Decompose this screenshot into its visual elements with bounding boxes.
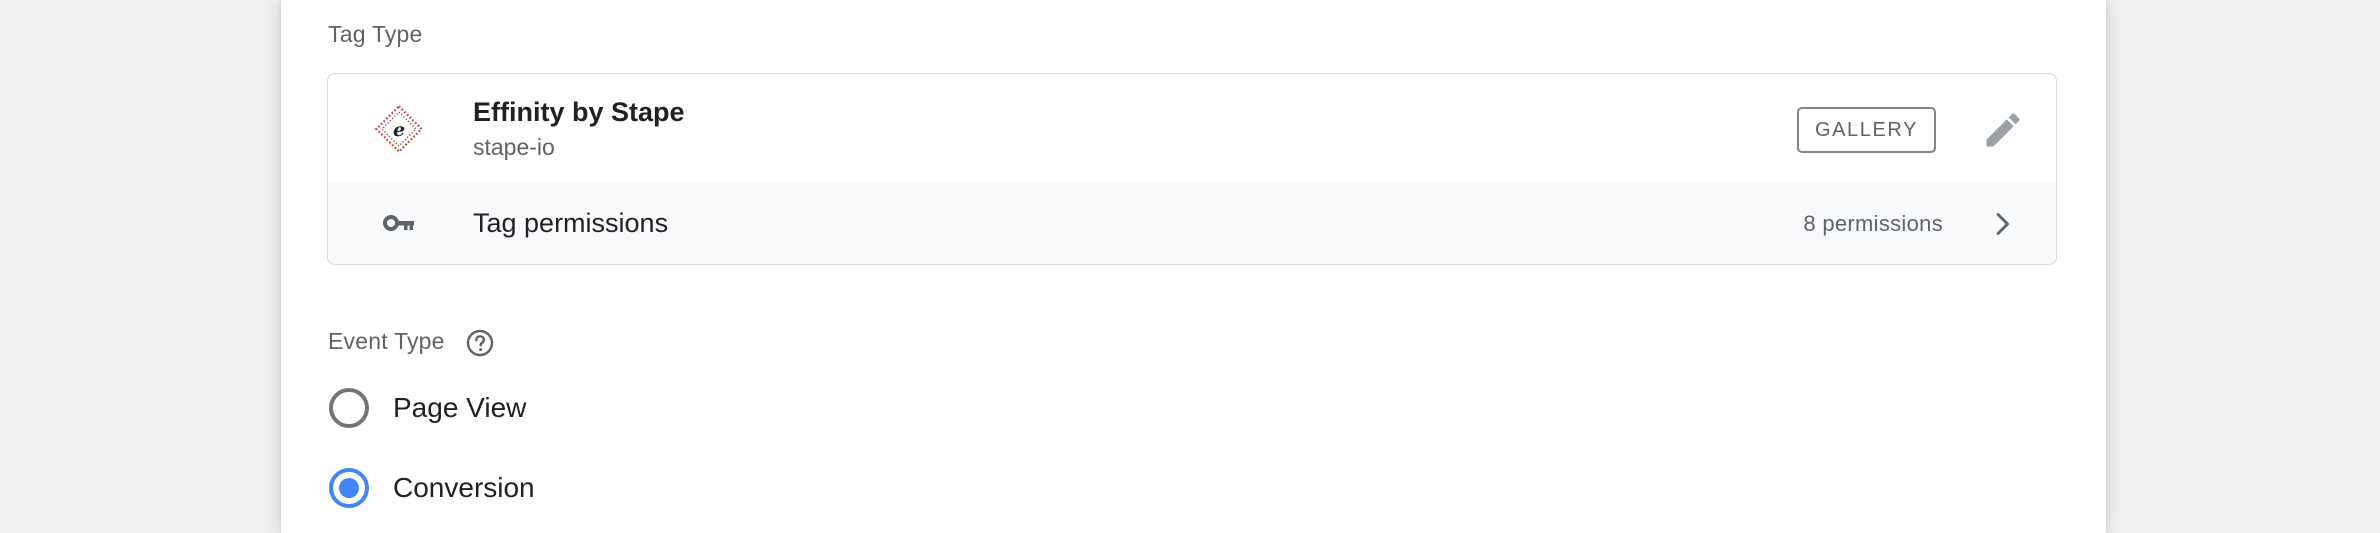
page-view-radio[interactable]: [329, 388, 369, 428]
key-icon: [383, 215, 414, 231]
conversion-radio[interactable]: [329, 468, 369, 508]
help-icon[interactable]: [465, 328, 495, 358]
logo-letter: e: [393, 119, 405, 141]
pencil-edit-icon[interactable]: [1981, 108, 2025, 152]
gallery-button[interactable]: GALLERY: [1797, 107, 1936, 153]
tag-permissions-row[interactable]: Tag permissions 8 permissions: [328, 183, 2056, 264]
page-view-label[interactable]: Page View: [393, 392, 526, 424]
tag-template-publisher: stape-io: [473, 134, 555, 160]
tag-type-card: e Effinity by Stape stape-io GALLERY Tag…: [327, 73, 2057, 265]
event-type-label: Event Type: [328, 328, 445, 354]
tag-template-row[interactable]: e Effinity by Stape stape-io GALLERY: [328, 74, 2056, 184]
tag-configuration-panel: Tag Type e Effinity by Stape stape-io GA…: [281, 0, 2106, 533]
tag-type-label: Tag Type: [328, 21, 423, 47]
radio-selected-dot: [339, 478, 359, 498]
permissions-count: 8 permissions: [1803, 211, 1943, 236]
tag-permissions-label: Tag permissions: [473, 208, 669, 238]
tag-template-name: Effinity by Stape: [473, 97, 685, 127]
event-type-option-conversion[interactable]: Conversion: [329, 466, 535, 510]
event-type-option-page-view[interactable]: Page View: [329, 386, 526, 430]
chevron-right-icon[interactable]: [1984, 207, 2018, 241]
effinity-logo-icon: e: [374, 104, 424, 154]
conversion-label[interactable]: Conversion: [393, 472, 535, 504]
